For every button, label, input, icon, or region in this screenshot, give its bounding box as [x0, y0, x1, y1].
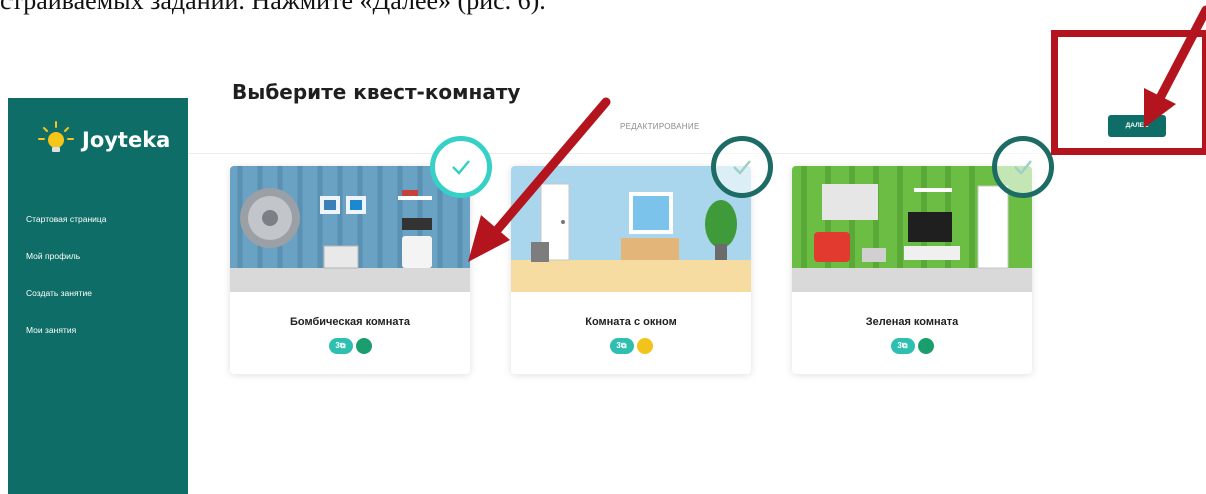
room-image-green	[792, 166, 1032, 292]
page-title: Выберите квест-комнату	[232, 80, 521, 104]
level-dot	[636, 338, 653, 354]
level-dot	[355, 338, 372, 354]
room-badges: 3⧉	[511, 338, 751, 354]
level-dot	[917, 338, 934, 354]
room-card-green[interactable]: Зеленая комната 3⧉	[792, 136, 1054, 374]
puzzle-icon: 3⧉	[890, 338, 915, 354]
bulb-icon	[36, 120, 76, 160]
sidebar-nav: Стартовая страница Мой профиль Создать з…	[26, 214, 106, 362]
task-count: 3	[335, 341, 340, 350]
sidebar-item-create-lesson[interactable]: Создать занятие	[26, 288, 106, 298]
puzzle-icon: 3⧉	[609, 338, 634, 354]
page-mode-title: РЕДАКТИРОВАНИЕ	[620, 122, 700, 131]
check-icon[interactable]	[711, 136, 773, 198]
room-title: Зеленая комната	[865, 316, 959, 328]
room-badges: 3⧉	[230, 338, 470, 354]
task-count: 3	[616, 341, 621, 350]
sidebar-item-my-lessons[interactable]: Мои занятия	[26, 325, 106, 335]
room-title: Комната с окном	[585, 316, 677, 328]
room-card-window[interactable]: Комната с окном 3⧉	[511, 136, 773, 374]
sidebar: Joyteka Стартовая страница Мой профиль С…	[8, 98, 188, 494]
annotation-highlight-box	[1051, 30, 1206, 155]
room-image-bomb	[230, 166, 470, 292]
sidebar-item-start-page[interactable]: Стартовая страница	[26, 214, 106, 224]
room-card-bomb[interactable]: Бомбическая комната 3⧉	[230, 136, 492, 374]
room-image-window	[511, 166, 751, 292]
logo-text: Joyteka	[82, 128, 171, 152]
document-text: страиваемых заданий. Нажмите «Далее» (ри…	[0, 0, 546, 15]
check-icon[interactable]	[992, 136, 1054, 198]
room-badges: 3⧉	[792, 338, 1032, 354]
sidebar-item-my-profile[interactable]: Мой профиль	[26, 251, 106, 261]
room-title: Бомбическая комната	[290, 316, 410, 328]
logo[interactable]: Joyteka	[36, 120, 170, 160]
task-count: 3	[897, 341, 902, 350]
check-icon[interactable]	[430, 136, 492, 198]
puzzle-icon: 3⧉	[328, 338, 353, 354]
